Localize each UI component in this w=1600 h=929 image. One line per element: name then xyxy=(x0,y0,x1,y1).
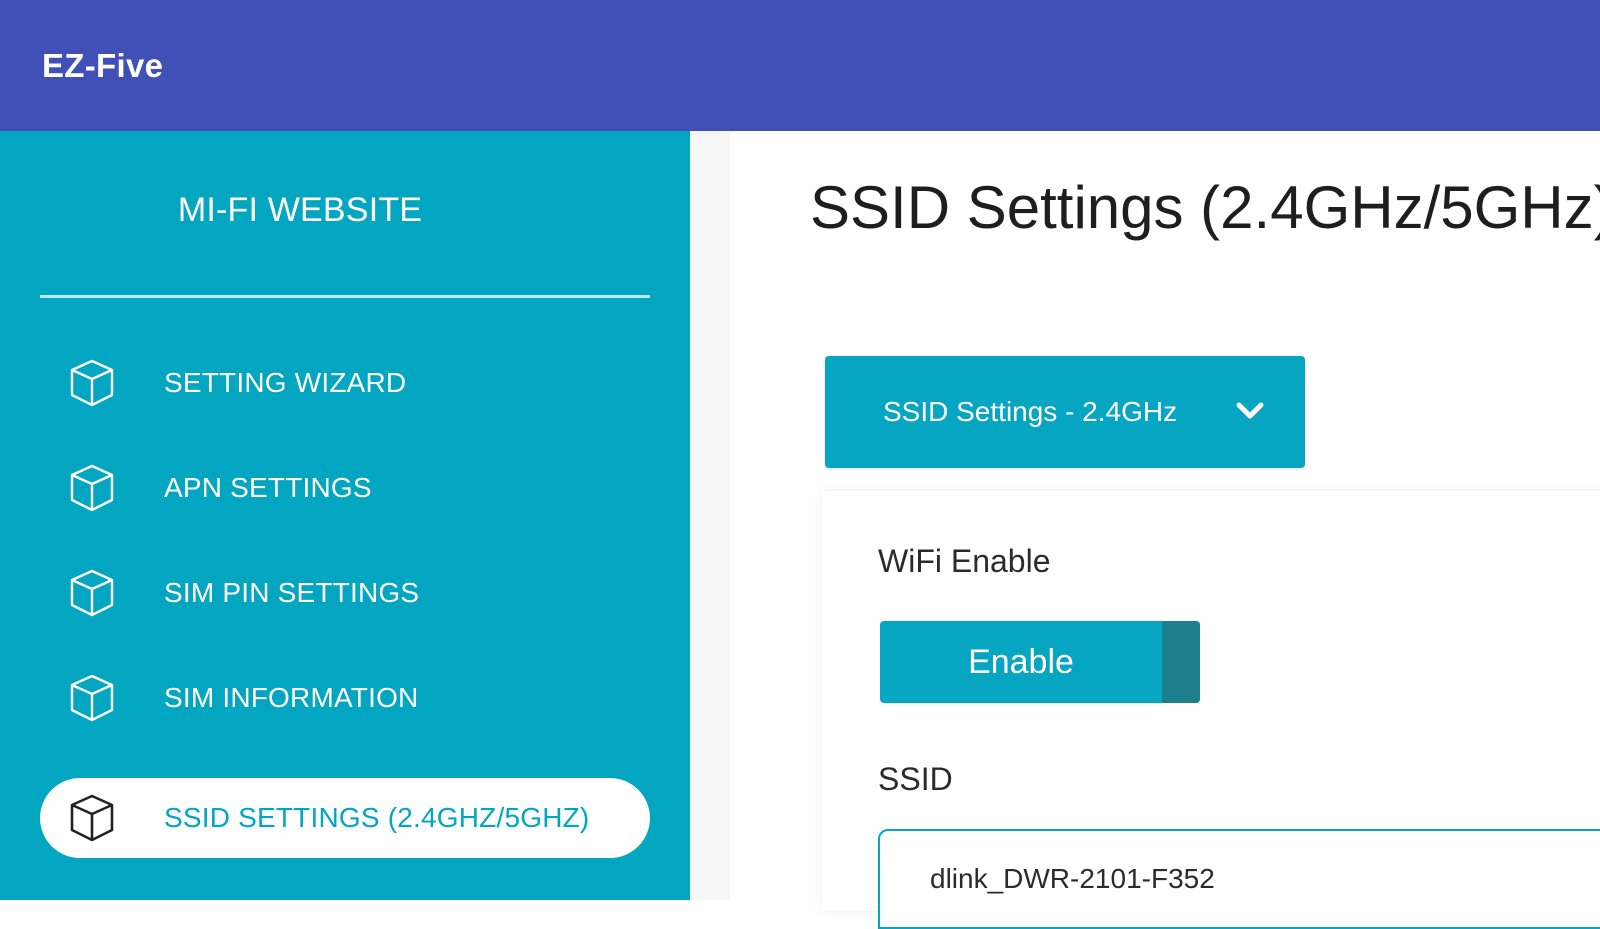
brand-name: EZ-Five xyxy=(42,46,164,84)
sidebar-item-setting-wizard[interactable]: SETTING WIZARD xyxy=(40,343,650,423)
wifi-enable-toggle[interactable]: Enable xyxy=(880,621,1200,703)
cube-icon xyxy=(60,786,124,850)
sidebar-item-apn-settings[interactable]: APN SETTINGS xyxy=(40,448,650,528)
cube-icon xyxy=(60,666,124,730)
sidebar: MI-FI WEBSITE SETTING WIZARD APN SETTING… xyxy=(0,131,690,900)
top-bar: EZ-Five xyxy=(0,0,1600,131)
sidebar-item-ssid-settings[interactable]: SSID SETTINGS (2.4GHZ/5GHZ) xyxy=(40,778,650,858)
cube-icon xyxy=(60,351,124,415)
band-select-value: SSID Settings - 2.4GHz xyxy=(883,396,1178,427)
page-title: SSID Settings (2.4GHz/5GHz) xyxy=(810,174,1600,241)
sidebar-item-label: APN SETTINGS xyxy=(164,472,372,503)
sidebar-item-label: SIM PIN SETTINGS xyxy=(164,577,420,608)
toggle-knob xyxy=(1162,621,1200,703)
sidebar-divider xyxy=(40,295,650,298)
ssid-input[interactable] xyxy=(878,829,1600,929)
sidebar-item-sim-information[interactable]: SIM INFORMATION xyxy=(40,658,650,738)
cube-icon xyxy=(60,561,124,625)
sidebar-item-label: SETTING WIZARD xyxy=(164,367,407,398)
cube-icon xyxy=(60,456,124,520)
ssid-settings-card: WiFi Enable Enable SSID xyxy=(822,491,1600,929)
sidebar-item-sim-pin-settings[interactable]: SIM PIN SETTINGS xyxy=(40,553,650,633)
sidebar-item-label: SIM INFORMATION xyxy=(164,682,419,713)
sidebar-title: MI-FI WEBSITE xyxy=(177,191,423,229)
wifi-enable-label: WiFi Enable xyxy=(878,543,1051,579)
chevron-down-icon xyxy=(1233,394,1267,428)
band-select-dropdown[interactable]: SSID Settings - 2.4GHz xyxy=(825,356,1305,468)
content-panel: SSID Settings (2.4GHz/5GHz) SSID Setting… xyxy=(730,131,1600,929)
toggle-label: Enable xyxy=(968,642,1074,681)
sidebar-item-label: SSID SETTINGS (2.4GHZ/5GHZ) xyxy=(164,802,590,833)
main-content: SSID Settings (2.4GHz/5GHz) SSID Setting… xyxy=(690,131,1600,929)
ssid-label: SSID xyxy=(878,761,953,797)
